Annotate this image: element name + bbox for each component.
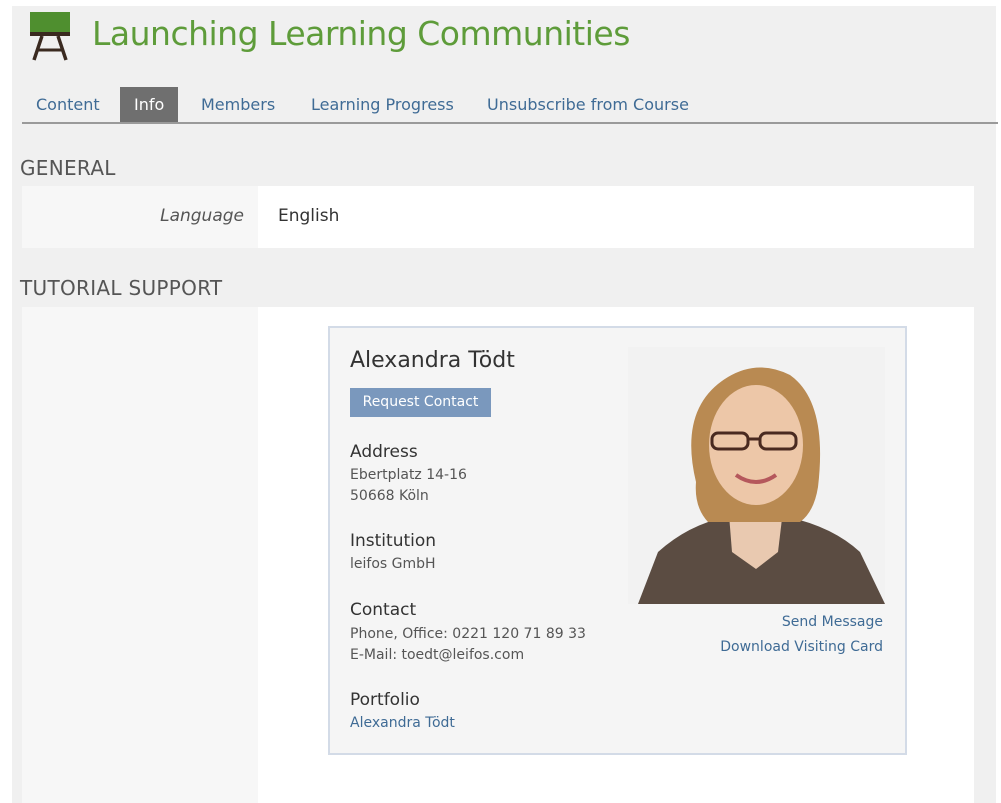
tutor-photo <box>628 347 885 604</box>
contact-title: Contact <box>350 600 417 620</box>
address-line: Ebertplatz 14-16 <box>350 467 467 483</box>
address-line: 50668 Köln <box>350 488 429 504</box>
page-header: Launching Learning Communities Content I… <box>12 6 998 124</box>
general-panel: Language English <box>22 186 974 248</box>
tab-content[interactable]: Content <box>36 87 100 122</box>
portfolio-title: Portfolio <box>350 690 420 710</box>
tutor-card: Alexandra Tödt Request Contact Address E… <box>328 326 907 755</box>
institution-value: leifos GmbH <box>350 556 436 572</box>
easel-icon <box>30 12 70 61</box>
language-label: Language <box>160 206 244 226</box>
page-title: Launching Learning Communities <box>92 14 630 53</box>
download-visiting-card-link[interactable]: Download Visiting Card <box>720 639 883 655</box>
section-title-tutorial-support: TUTORIAL SUPPORT <box>20 276 223 300</box>
send-message-link[interactable]: Send Message <box>782 614 883 630</box>
tutorial-support-panel: Alexandra Tödt Request Contact Address E… <box>22 307 974 803</box>
tab-members[interactable]: Members <box>201 87 275 122</box>
tutor-label-cell <box>22 307 258 803</box>
address-title: Address <box>350 442 418 462</box>
page-frame: Launching Learning Communities Content I… <box>12 6 998 803</box>
tab-unsubscribe[interactable]: Unsubscribe from Course <box>487 87 689 122</box>
contact-email: E-Mail: toedt@leifos.com <box>350 647 525 663</box>
portfolio-link[interactable]: Alexandra Tödt <box>350 715 455 731</box>
language-label-cell: Language <box>22 186 258 248</box>
institution-title: Institution <box>350 531 437 551</box>
tab-learning-progress[interactable]: Learning Progress <box>311 87 454 122</box>
tab-info[interactable]: Info <box>120 87 179 122</box>
section-title-general: GENERAL <box>20 156 116 180</box>
tab-bar: Content Info Members Learning Progress U… <box>22 87 998 124</box>
tutor-portrait-image <box>628 347 885 604</box>
request-contact-button[interactable]: Request Contact <box>350 388 491 417</box>
language-value: English <box>278 206 340 226</box>
tutor-name: Alexandra Tödt <box>350 348 515 373</box>
contact-phone: Phone, Office: 0221 120 71 89 33 <box>350 626 586 642</box>
